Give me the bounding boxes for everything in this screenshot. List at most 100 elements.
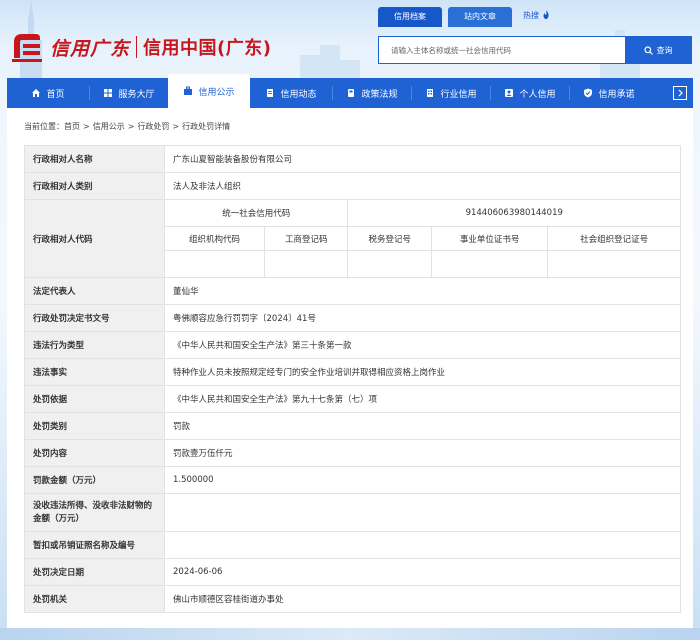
nav-item-label: 行业信用 bbox=[440, 89, 477, 100]
nav-item-label: 政策法规 bbox=[361, 89, 398, 100]
table-row: 处罚依据 《中华人民共和国安全生产法》第九十七条第（七）项 bbox=[24, 385, 681, 413]
code-header: 社会组织登记证号 bbox=[547, 226, 681, 251]
code-header: 工商登记码 bbox=[263, 226, 349, 251]
logo-divider bbox=[136, 36, 138, 58]
document-icon bbox=[267, 89, 274, 97]
field-label: 行政相对人名称 bbox=[24, 145, 165, 173]
field-label: 处罚内容 bbox=[24, 439, 165, 467]
table-row: 行政处罚决定书文号 粤佛顺容应急行罚罚字〔2024〕41号 bbox=[24, 304, 681, 332]
footer-background bbox=[0, 628, 700, 640]
field-label: 处罚依据 bbox=[24, 385, 165, 413]
table-row: 违法事实 特种作业人员未按照规定经专门的安全作业培训并取得相应资格上岗作业 bbox=[24, 358, 681, 386]
breadcrumb-separator: > bbox=[127, 122, 135, 131]
field-label: 暂扣或吊销证照名称及编号 bbox=[24, 531, 165, 559]
search-button-label: 查询 bbox=[656, 45, 673, 55]
code-value bbox=[431, 250, 549, 278]
nav-item-credit-news[interactable]: 信用动态 bbox=[250, 78, 332, 108]
hot-search-label: 热搜 bbox=[523, 11, 539, 20]
search-input[interactable] bbox=[379, 37, 625, 63]
nav-item-policies[interactable]: 政策法规 bbox=[333, 78, 411, 108]
table-row: 处罚机关 佛山市顺德区容桂街道办事处 bbox=[24, 585, 681, 613]
nav-item-label: 信用公示 bbox=[198, 87, 235, 98]
code-header: 组织机构代码 bbox=[164, 226, 265, 251]
penalty-detail-table: 行政相对人名称 广东山夏智能装备股份有限公司 行政相对人类别 法人及非法人组织 … bbox=[24, 145, 681, 613]
table-row: 暂扣或吊销证照名称及编号 bbox=[24, 531, 681, 559]
field-label: 行政相对人代码 bbox=[24, 199, 165, 278]
field-label: 罚款金额（万元） bbox=[24, 466, 165, 494]
nav-item-industry-credit[interactable]: 行业信用 bbox=[412, 78, 490, 108]
logo-brush-text: 信用广东 bbox=[50, 37, 131, 60]
field-value: 特种作业人员未按照规定经专门的安全作业培训并取得相应资格上岗作业 bbox=[164, 358, 681, 386]
shield-check-icon bbox=[584, 88, 593, 98]
table-row: 行政相对人类别 法人及非法人组织 bbox=[24, 172, 681, 200]
site-header: 信用广东 信用中国(广东) 信用档案 站内文章 热搜 查询 bbox=[0, 0, 700, 78]
nav-item-service-hall[interactable]: 服务大厅 bbox=[90, 78, 168, 108]
more-menu-button[interactable] bbox=[673, 86, 687, 100]
nav-item-label: 首页 bbox=[46, 89, 65, 100]
search-tabs: 信用档案 站内文章 bbox=[378, 7, 518, 27]
field-value: 《中华人民共和国安全生产法》第三十条第一款 bbox=[164, 331, 681, 359]
logo-title: 信用中国(广东) bbox=[143, 38, 272, 59]
field-label: 处罚决定日期 bbox=[24, 558, 165, 586]
flame-icon bbox=[543, 10, 549, 19]
main-nav: 首页 服务大厅 信用公示 信用动态 政策法规 行业信用 个人信用 信用承诺 bbox=[7, 74, 693, 108]
table-row: 罚款金额（万元） 1.500000 bbox=[24, 466, 681, 494]
chevron-right-icon bbox=[678, 89, 683, 97]
tab-site-articles[interactable]: 站内文章 bbox=[448, 7, 512, 27]
field-label: 法定代表人 bbox=[24, 277, 165, 305]
search-button[interactable]: 查询 bbox=[625, 37, 691, 63]
home-icon bbox=[32, 89, 41, 97]
field-value: 《中华人民共和国安全生产法》第九十七条第（七）项 bbox=[164, 385, 681, 413]
field-value: 广东山夏智能装备股份有限公司 bbox=[164, 145, 681, 173]
field-label: 处罚机关 bbox=[24, 585, 165, 613]
person-icon bbox=[505, 89, 514, 97]
nav-item-credit-commitment[interactable]: 信用承诺 bbox=[570, 78, 648, 108]
nav-item-credit-publicity[interactable]: 信用公示 bbox=[168, 74, 250, 108]
field-label: 违法行为类型 bbox=[24, 331, 165, 359]
site-logo[interactable]: 信用广东 信用中国(广东) bbox=[10, 30, 271, 64]
field-value: 粤佛顺容应急行罚罚字〔2024〕41号 bbox=[164, 304, 681, 332]
field-label: 行政相对人类别 bbox=[24, 172, 165, 200]
code-value bbox=[347, 250, 433, 278]
table-row: 没收违法所得、没收非法财物的金额（万元） bbox=[24, 493, 681, 532]
breadcrumb-item-current: 行政处罚详情 bbox=[182, 122, 231, 131]
field-value: 罚款 bbox=[164, 412, 681, 440]
breadcrumb-item-penalty[interactable]: 行政处罚 bbox=[137, 122, 169, 131]
code-header: 事业单位证书号 bbox=[431, 226, 549, 251]
table-row: 处罚类别 罚款 bbox=[24, 412, 681, 440]
uscc-label: 统一社会信用代码 bbox=[163, 199, 349, 227]
main-content: 当前位置：首页 > 信用公示 > 行政处罚 > 行政处罚详情 行政相对人名称 广东山夏智能装… bbox=[7, 108, 693, 628]
field-label: 处罚类别 bbox=[24, 412, 165, 440]
logo-emblem-icon bbox=[12, 34, 42, 62]
nav-item-label: 服务大厅 bbox=[118, 89, 155, 100]
table-row: 处罚决定日期 2024-06-06 bbox=[24, 558, 681, 586]
code-header: 税务登记号 bbox=[347, 226, 433, 251]
nav-item-label: 信用承诺 bbox=[598, 89, 635, 100]
tab-credit-archive[interactable]: 信用档案 bbox=[378, 7, 442, 27]
field-value: 董仙华 bbox=[164, 277, 681, 305]
nav-item-label: 个人信用 bbox=[519, 89, 556, 100]
breadcrumb-item-home[interactable]: 首页 bbox=[64, 122, 80, 131]
grid-icon bbox=[104, 89, 113, 97]
nav-item-personal-credit[interactable]: 个人信用 bbox=[491, 78, 569, 108]
table-row: 违法行为类型 《中华人民共和国安全生产法》第三十条第一款 bbox=[24, 331, 681, 359]
field-value: 2024-06-06 bbox=[164, 558, 681, 586]
nav-item-home[interactable]: 首页 bbox=[7, 78, 89, 108]
code-value bbox=[547, 250, 681, 278]
briefcase-icon bbox=[184, 86, 193, 95]
field-value bbox=[164, 493, 681, 532]
table-row: 处罚内容 罚款壹万伍仟元 bbox=[24, 439, 681, 467]
field-label: 行政处罚决定书文号 bbox=[24, 304, 165, 332]
nav-item-label: 信用动态 bbox=[280, 89, 317, 100]
field-value: 法人及非法人组织 bbox=[164, 172, 681, 200]
breadcrumb-item-credit-publicity[interactable]: 信用公示 bbox=[93, 122, 125, 131]
table-row: 法定代表人 董仙华 bbox=[24, 277, 681, 305]
book-icon bbox=[348, 89, 355, 97]
field-value bbox=[164, 531, 681, 559]
field-value: 佛山市顺德区容桂街道办事处 bbox=[164, 585, 681, 613]
search-icon bbox=[643, 45, 653, 55]
hot-search[interactable]: 热搜 bbox=[523, 10, 550, 21]
code-value bbox=[263, 250, 349, 278]
search-box: 查询 bbox=[378, 36, 692, 64]
uscc-value: 914406063980144019 bbox=[347, 199, 681, 227]
